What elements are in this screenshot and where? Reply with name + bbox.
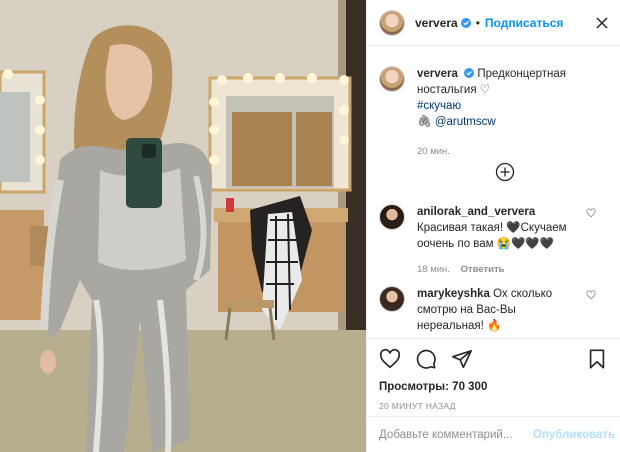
like-icon[interactable] [379,348,401,370]
mention-link[interactable]: @arutmscw [435,116,496,128]
comment-icon[interactable] [415,348,437,370]
comment-avatar[interactable] [379,204,405,230]
comment-item: marykeyshka Ох сколько смотрю на Вас-Вы … [379,286,610,334]
bookmark-icon[interactable] [586,348,608,370]
publish-button[interactable]: Опубликовать [533,429,615,441]
caption-avatar[interactable] [379,66,405,92]
add-comment-bar: Опубликовать [367,416,620,452]
avatar[interactable] [379,9,405,36]
comment-like-icon[interactable] [586,290,596,300]
verified-badge-icon [464,68,475,78]
comment-time: 18 мин. [417,264,450,275]
comment-username[interactable]: marykeyshka [417,288,490,300]
comment-emoji: 😭🖤🖤🖤 [496,238,555,250]
post-side-panel: ververa • Подписаться ververa Предконцер… [366,0,620,452]
post-photo[interactable] [0,0,366,452]
close-icon[interactable] [594,15,610,31]
posted-ago[interactable]: 20 МИНУТ НАЗАД [379,401,608,411]
comments-section: ververa Предконцертная ностальгия ♡ #ску… [379,58,610,332]
caption-body: ververa Предконцертная ностальгия ♡ #ску… [417,66,585,160]
follow-button[interactable]: Подписаться [485,16,563,30]
comment-like-icon[interactable] [586,208,596,218]
header-separator: • [475,15,480,30]
comment-username[interactable]: anilorak_and_ververa [417,206,535,218]
comment-avatar[interactable] [379,286,405,312]
comment-item: anilorak_and_ververa Красивая такая! 🖤Ск… [379,204,610,278]
comment-emoji: 🔥 [487,320,502,332]
post-caption: ververa Предконцертная ностальгия ♡ #ску… [379,66,610,160]
caption-username[interactable]: ververa [417,68,458,80]
hashtag-link[interactable]: #скучаю [417,100,461,112]
comment-input[interactable] [379,428,533,441]
comment-meta: 18 мин. Ответить [417,262,585,278]
share-icon[interactable] [451,348,473,370]
comment-body: anilorak_and_ververa Красивая такая! 🖤Ск… [417,204,585,278]
action-icons-row [379,347,608,371]
paperclip-emoji: 🖇 [417,116,432,128]
views-value: 70 300 [452,381,488,393]
views-count[interactable]: Просмотры: 70 300 [379,381,608,393]
post-actions: Просмотры: 70 300 20 МИНУТ НАЗАД [367,338,620,411]
header-username[interactable]: ververa [415,16,458,30]
mirror-selfie-illustration [0,0,366,452]
reply-button[interactable]: Ответить [461,264,505,275]
comment-body: marykeyshka Ох сколько смотрю на Вас-Вы … [417,286,585,334]
caption-time: 20 мин. [417,146,450,157]
views-label: Просмотры: [379,381,449,393]
post-header: ververa • Подписаться [367,0,620,46]
load-more-plus-icon[interactable] [495,162,515,182]
verified-badge-icon [460,17,471,28]
